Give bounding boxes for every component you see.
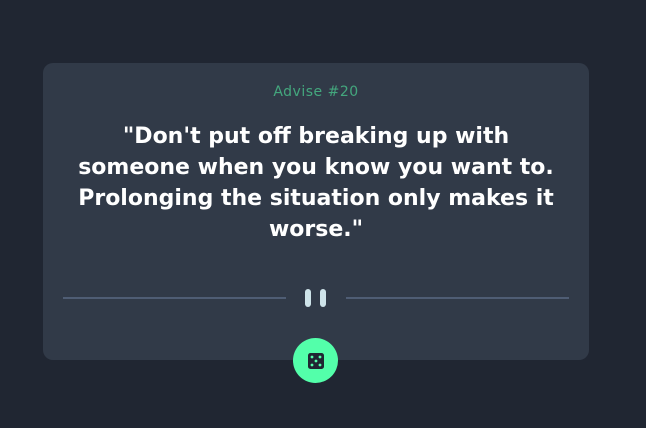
divider-line-right [346,297,569,299]
pause-icon [305,289,327,307]
advice-id-label: Advise #20 [273,84,359,100]
advice-card: Advise #20 "Don't put off breaking up wi… [43,63,589,360]
pattern-divider [63,289,569,307]
new-advice-button[interactable] [293,338,338,383]
divider-line-left [63,297,286,299]
advice-quote: "Don't put off breaking up with someone … [78,124,554,242]
dice-icon [307,352,324,369]
